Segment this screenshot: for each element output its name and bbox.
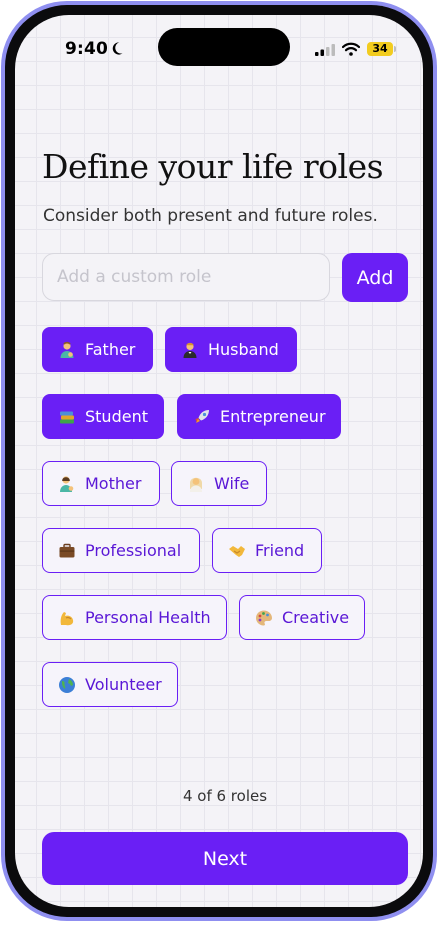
role-chip-wife[interactable]: Wife xyxy=(171,461,267,506)
role-chip-label: Entrepreneur xyxy=(220,407,326,426)
battery-icon: 34 xyxy=(367,42,393,56)
role-chip-label: Mother xyxy=(85,474,142,493)
moon-icon xyxy=(112,42,123,55)
page-subtitle: Consider both present and future roles. xyxy=(43,206,378,226)
palette-emoji-icon xyxy=(256,610,272,625)
role-chip-label: Friend xyxy=(255,541,305,560)
status-time: 9:40 xyxy=(65,39,109,59)
role-chip-volunteer[interactable]: Volunteer xyxy=(42,662,178,707)
role-chip-label: Father xyxy=(85,340,136,359)
briefcase-emoji-icon xyxy=(59,543,75,557)
custom-role-input[interactable] xyxy=(42,253,330,301)
flexed-biceps-emoji-icon xyxy=(60,611,74,625)
husband-emoji-icon xyxy=(183,342,197,358)
role-chip-label: Creative xyxy=(282,608,350,627)
role-chip-entrepreneur[interactable]: Entrepreneur xyxy=(177,394,341,439)
next-button[interactable]: Next xyxy=(42,832,408,885)
role-chip-student[interactable]: Student xyxy=(42,394,164,439)
add-role-button[interactable]: Add xyxy=(342,253,408,302)
role-chip-label: Wife xyxy=(214,474,250,493)
role-chip-friend[interactable]: Friend xyxy=(212,528,322,573)
battery-cap xyxy=(394,46,396,52)
role-chip-professional[interactable]: Professional xyxy=(42,528,200,573)
role-chip-label: Husband xyxy=(208,340,279,359)
role-chip-father[interactable]: Father xyxy=(42,327,153,372)
rocket-emoji-icon xyxy=(195,409,209,423)
role-chip-creative[interactable]: Creative xyxy=(239,595,365,640)
wife-emoji-icon xyxy=(190,477,202,492)
role-chip-label: Personal Health xyxy=(85,608,211,627)
page-title: Define your life roles xyxy=(42,147,384,186)
role-chip-label: Professional xyxy=(85,541,182,560)
role-chip-label: Volunteer xyxy=(85,675,162,694)
globe-emoji-icon xyxy=(59,676,75,693)
selected-roles-count: 4 of 6 roles xyxy=(182,787,268,805)
role-chip-mother[interactable]: Mother xyxy=(42,461,160,506)
books-emoji-icon xyxy=(60,411,74,423)
dynamic-island xyxy=(158,28,290,66)
father-emoji-icon xyxy=(60,341,74,358)
phone-frame: 9:40 34 Define your life roles Consider … xyxy=(1,1,437,921)
mother-emoji-icon xyxy=(60,475,74,492)
screen: 9:40 34 Define your life roles Consider … xyxy=(15,15,423,907)
cellular-signal-icon xyxy=(315,44,335,56)
role-chip-personal-health[interactable]: Personal Health xyxy=(42,595,227,640)
phone-bezel: 9:40 34 Define your life roles Consider … xyxy=(5,5,433,917)
role-chip-label: Student xyxy=(85,407,148,426)
handshake-emoji-icon xyxy=(229,545,245,557)
wifi-icon xyxy=(342,42,360,56)
role-chip-husband[interactable]: Husband xyxy=(165,327,297,372)
